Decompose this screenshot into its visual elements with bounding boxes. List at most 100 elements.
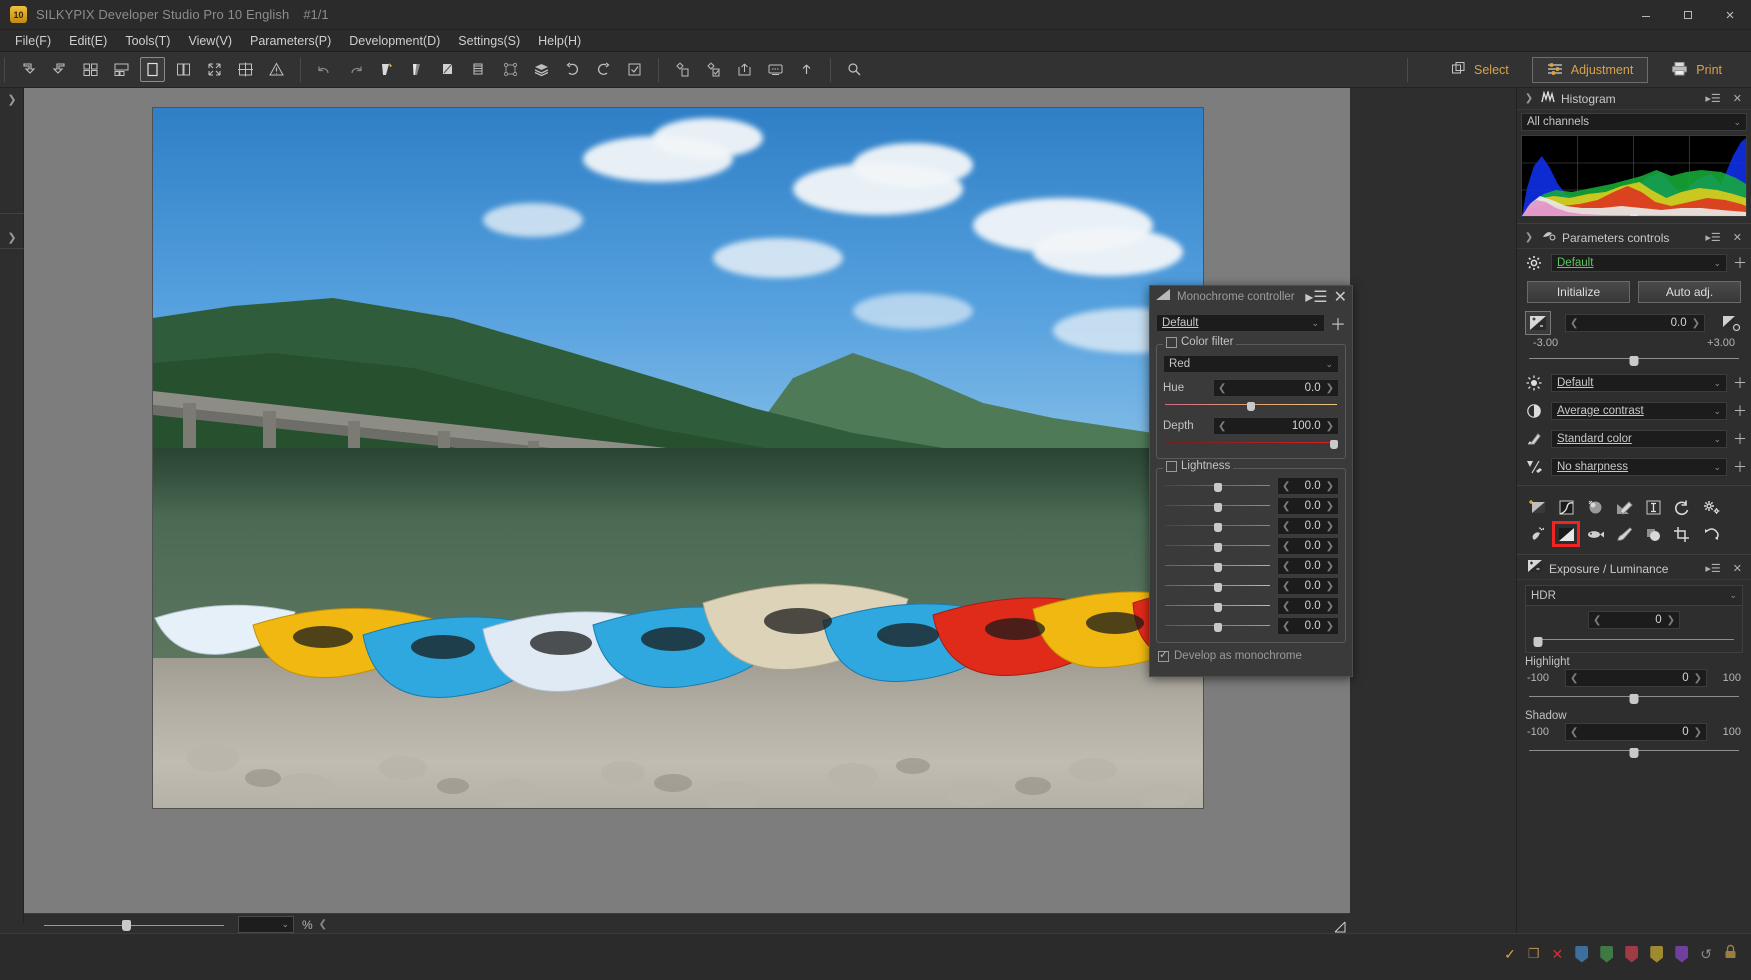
increment-icon[interactable]: ❯ — [1326, 561, 1334, 572]
increment-icon[interactable]: ❯ — [1326, 521, 1334, 532]
highlight-slider[interactable]: ⌄ — [1529, 688, 1739, 704]
add-monochrome-preset-button[interactable]: ＋ — [1330, 311, 1346, 335]
multi-view-icon[interactable] — [233, 57, 258, 82]
menu-settings[interactable]: Settings(S) — [449, 32, 529, 50]
auto-adjust-button[interactable]: Auto adj. — [1638, 281, 1741, 303]
close-icon[interactable]: ✕ — [1334, 287, 1347, 307]
hdr-value-spinner[interactable]: ❮ 0 ❯ — [1588, 611, 1680, 629]
thumbnail-view-icon[interactable] — [109, 57, 134, 82]
increment-icon[interactable]: ❯ — [1326, 621, 1334, 632]
close-icon[interactable]: ✕ — [1730, 231, 1745, 244]
lightness-slider-7[interactable]: ⌄ — [1165, 617, 1270, 632]
undo-icon[interactable] — [312, 57, 337, 82]
tag-purple-icon[interactable] — [1675, 945, 1689, 963]
add-color-preset-button[interactable]: ＋ — [1733, 429, 1747, 449]
decrement-icon[interactable]: ❮ — [1218, 421, 1226, 432]
undo-tag-icon[interactable]: ↺ — [1700, 946, 1712, 963]
exposure-value-spinner[interactable]: ❮ 0.0 ❯ — [1565, 314, 1705, 332]
depth-slider[interactable]: ⌄ — [1165, 434, 1338, 449]
zoom-collapse-icon[interactable]: ❮ — [319, 919, 327, 930]
hue-value-spinner[interactable]: ❮ 0.0 ❯ — [1213, 379, 1339, 397]
add-preset-button[interactable]: ＋ — [1733, 253, 1747, 273]
highlight-icon[interactable] — [1639, 521, 1667, 547]
dodge-burn-icon[interactable] — [1523, 521, 1551, 547]
add-contrast-preset-button[interactable]: ＋ — [1733, 401, 1747, 421]
color-select[interactable]: Standard color ⌄ — [1551, 430, 1727, 448]
lightness-slider-6[interactable]: ⌄ — [1165, 597, 1270, 612]
left-panel-expand-bottom[interactable]: ❯ — [0, 228, 24, 246]
decrement-icon[interactable]: ❮ — [1282, 581, 1290, 592]
color-tool-icon[interactable] — [1610, 494, 1638, 520]
search-icon[interactable] — [842, 57, 867, 82]
decrement-icon[interactable]: ❮ — [1282, 561, 1290, 572]
highlight-value-spinner[interactable]: ❮ 0 ❯ — [1565, 669, 1707, 687]
increment-icon[interactable]: ❯ — [1326, 581, 1334, 592]
taste-paste-icon[interactable] — [436, 57, 461, 82]
develop-as-monochrome-checkbox[interactable] — [1158, 648, 1169, 662]
decrement-icon[interactable]: ❮ — [1570, 673, 1578, 684]
decrement-icon[interactable]: ❮ — [1282, 521, 1290, 532]
brush-icon[interactable] — [1610, 521, 1638, 547]
brightness-select[interactable]: Default ⌄ — [1551, 374, 1727, 392]
layers-icon[interactable] — [529, 57, 554, 82]
depth-value-spinner[interactable]: ❮ 100.0 ❯ — [1213, 417, 1339, 435]
histogram-channel-select[interactable]: All channels ⌄ — [1521, 113, 1747, 131]
lightness-value-spinner-3[interactable]: ❮ 0.0 ❯ — [1277, 537, 1339, 555]
hdr-slider[interactable]: ⌄ — [1533, 631, 1734, 647]
lightness-value-spinner-4[interactable]: ❮ 0.0 ❯ — [1277, 557, 1339, 575]
noise-reduction-icon[interactable] — [1639, 494, 1667, 520]
rotate-left-icon[interactable] — [16, 57, 41, 82]
copy-icon[interactable]: ❐ — [1528, 946, 1540, 962]
lightness-slider-0[interactable]: ⌄ — [1165, 477, 1270, 492]
refresh-icon[interactable] — [1697, 521, 1725, 547]
hdr-select[interactable]: HDR ⌄ — [1526, 586, 1742, 606]
menu-view[interactable]: View(V) — [179, 32, 241, 50]
check-mark-icon[interactable]: ✓ — [1504, 946, 1516, 963]
tag-red-icon[interactable] — [1625, 945, 1639, 963]
color-filter-checkbox[interactable] — [1166, 336, 1177, 348]
initialize-button[interactable]: Initialize — [1527, 281, 1630, 303]
grid-view-icon[interactable] — [78, 57, 103, 82]
exposure-auto-icon[interactable] — [1719, 315, 1743, 331]
maximize-button[interactable] — [1667, 0, 1709, 30]
tag-blue-icon[interactable] — [1575, 945, 1589, 963]
add-sharpness-preset-button[interactable]: ＋ — [1733, 457, 1747, 477]
tag-yellow-icon[interactable] — [1650, 945, 1664, 963]
lightness-slider-1[interactable]: ⌄ — [1165, 497, 1270, 512]
left-panel-expand-top[interactable]: ❯ — [0, 90, 24, 108]
fullscreen-icon[interactable] — [202, 57, 227, 82]
parameters-preset-select[interactable]: Default ⌄ — [1551, 254, 1727, 272]
decrement-icon[interactable]: ❮ — [1593, 615, 1601, 626]
decrement-icon[interactable]: ❮ — [1282, 621, 1290, 632]
warning-icon[interactable] — [264, 57, 289, 82]
tag-green-icon[interactable] — [1600, 945, 1614, 963]
settings-gear-icon[interactable] — [1697, 494, 1725, 520]
lightness-checkbox[interactable] — [1166, 460, 1177, 472]
decrement-icon[interactable]: ❮ — [1282, 481, 1290, 492]
menu-file[interactable]: File(F) — [6, 32, 60, 50]
exposure-slider[interactable]: ⌄ — [1529, 350, 1739, 366]
expand-chevron-icon[interactable]: ❯ — [1523, 232, 1535, 243]
batch-develop-icon[interactable] — [670, 57, 695, 82]
contrast-select[interactable]: Average contrast ⌄ — [1551, 402, 1727, 420]
taste-brush-icon[interactable] — [467, 57, 492, 82]
shadow-value-spinner[interactable]: ❮ 0 ❯ — [1565, 723, 1707, 741]
white-balance-icon[interactable] — [1581, 494, 1609, 520]
lightness-value-spinner-5[interactable]: ❮ 0.0 ❯ — [1277, 577, 1339, 595]
resize-grip-icon[interactable] — [1334, 921, 1346, 933]
panel-menu-icon[interactable]: ▸☰ — [1305, 287, 1327, 307]
hue-slider[interactable]: ⌄ — [1165, 396, 1337, 411]
exposure-tool-icon[interactable] — [1525, 311, 1551, 335]
menu-edit[interactable]: Edit(E) — [60, 32, 116, 50]
increment-icon[interactable]: ❯ — [1326, 481, 1334, 492]
slideshow-icon[interactable] — [763, 57, 788, 82]
compare-view-icon[interactable] — [171, 57, 196, 82]
rotate-cw-icon[interactable] — [591, 57, 616, 82]
increment-icon[interactable]: ❯ — [1326, 601, 1334, 612]
close-icon[interactable]: ✕ — [1730, 92, 1745, 105]
monochrome-tool-icon[interactable] — [1552, 521, 1580, 547]
add-brightness-preset-button[interactable]: ＋ — [1733, 373, 1747, 393]
decrement-icon[interactable]: ❮ — [1218, 383, 1226, 394]
increment-icon[interactable]: ❯ — [1326, 421, 1334, 432]
monochrome-preset-select[interactable]: Default ⌄ — [1156, 314, 1325, 332]
